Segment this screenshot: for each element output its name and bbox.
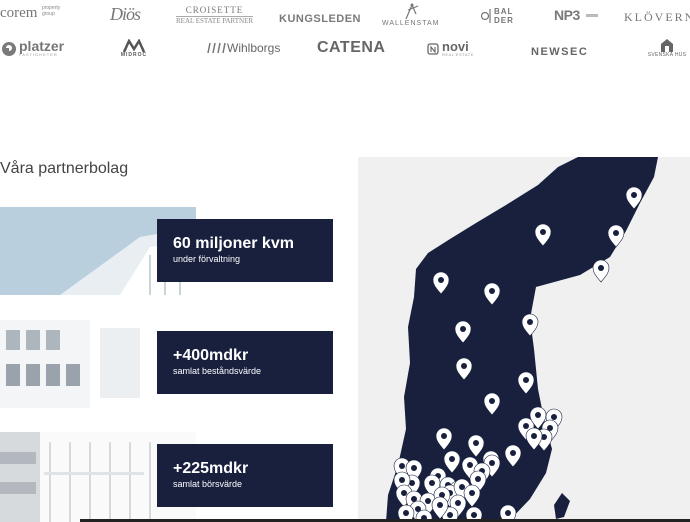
logo-wihlborgs[interactable]: Wihlborgs (206, 42, 280, 54)
novi-emblem-icon (427, 43, 439, 55)
stat-card-area: 60 miljoner kvm under förvaltning (157, 219, 333, 282)
wallenstam-emblem-icon (405, 3, 419, 20)
stat-value: +400mdkr (173, 347, 249, 364)
stat-caption: samlat beståndsvärde (173, 366, 262, 376)
wihlborgs-emblem-icon (207, 42, 226, 54)
stat-value: 60 miljoner kvm (173, 235, 294, 252)
platzer-emblem-icon (2, 41, 16, 56)
stat-caption: samlat börsvärde (173, 479, 243, 489)
stat-card-portfolio-value: +400mdkr samlat beståndsvärde (157, 331, 333, 394)
map-pin-icon[interactable] (592, 259, 610, 283)
logo-svenska-hus[interactable]: SVENSKA HUS (646, 37, 688, 58)
logo-wallenstam[interactable]: WALLENSTAM (382, 2, 438, 27)
np3-tagline (586, 14, 599, 18)
logo-platzer[interactable]: platzer FASTIGHETER (1, 39, 64, 57)
stat-caption: under förvaltning (173, 254, 241, 264)
logo-klovern[interactable]: KLÖVERN (624, 9, 690, 25)
logo-newsec[interactable]: NEWSEC (531, 43, 588, 59)
logo-dios[interactable]: Diös (110, 5, 141, 24)
logo-midroc[interactable]: MIDROC (118, 39, 150, 58)
stat-card-market-value: +225mdkr samlat börsvärde (157, 444, 333, 507)
logo-np3[interactable]: NP3 (554, 8, 599, 24)
stat-value: +225mdkr (173, 460, 249, 477)
balder-emblem-icon (481, 9, 491, 23)
logo-kungsleden[interactable]: KUNGSLEDEN (279, 10, 361, 26)
logo-corem[interactable]: corem property group (0, 5, 66, 21)
logo-balder[interactable]: BAL DER (481, 7, 514, 25)
sweden-map (358, 157, 690, 522)
midroc-emblem-icon (122, 39, 146, 53)
logo-novi[interactable]: novi REAL ESTATE (427, 40, 474, 57)
logo-croisette[interactable]: CROISETTE REAL ESTATE PARTNER (176, 6, 254, 25)
section-heading: Våra partnerbolag (0, 160, 129, 177)
gotland-island (554, 493, 570, 519)
sweden-landmass (386, 157, 658, 522)
logo-catena[interactable]: CATENA (317, 40, 385, 56)
svenska-hus-emblem-icon (661, 39, 673, 52)
